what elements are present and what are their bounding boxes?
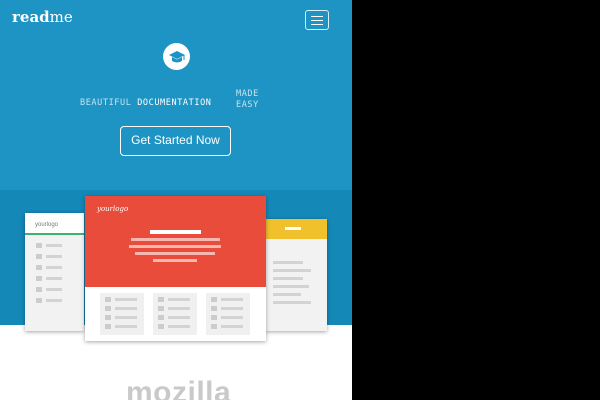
headline-line bbox=[150, 230, 201, 234]
list-item-line bbox=[168, 316, 190, 319]
list-item-line bbox=[221, 298, 243, 301]
list-item-icon bbox=[211, 306, 217, 311]
list-item-icon bbox=[158, 306, 164, 311]
brand-logo[interactable]: readme bbox=[12, 8, 73, 26]
list-item-line bbox=[168, 325, 190, 328]
preview-card-main: yourlogo bbox=[85, 196, 266, 341]
list-item-line bbox=[221, 307, 243, 310]
list-item-line bbox=[115, 325, 137, 328]
hero-section: readme BEAUTIFUL DOCUMENTATION MADE EASY… bbox=[0, 0, 352, 190]
mobile-viewport: readme BEAUTIFUL DOCUMENTATION MADE EASY… bbox=[0, 0, 352, 400]
text-line bbox=[273, 293, 301, 296]
card-header bbox=[265, 219, 327, 239]
text-line bbox=[273, 269, 311, 272]
list-item-line bbox=[46, 288, 62, 291]
list-item-line bbox=[168, 298, 190, 301]
list-item-icon bbox=[158, 297, 164, 302]
list-item-icon bbox=[211, 324, 217, 329]
list-item-icon bbox=[36, 287, 42, 292]
tagline-easy: EASY bbox=[236, 100, 259, 110]
customer-logo-mozilla: mozilla bbox=[126, 376, 232, 400]
preview-card-right bbox=[265, 219, 327, 331]
text-line bbox=[273, 261, 303, 264]
brand-bold: read bbox=[12, 8, 50, 26]
header-line bbox=[285, 227, 301, 230]
list-item-line bbox=[46, 266, 62, 269]
text-line bbox=[135, 252, 215, 255]
tagline-documentation: DOCUMENTATION bbox=[137, 98, 212, 108]
text-line bbox=[273, 301, 311, 304]
list-item-line bbox=[46, 299, 62, 302]
brand-light: me bbox=[49, 8, 73, 26]
list-item-line bbox=[168, 307, 190, 310]
list-item-line bbox=[46, 255, 62, 258]
list-item-icon bbox=[105, 315, 111, 320]
graduation-cap-icon bbox=[163, 43, 190, 70]
list-item-icon bbox=[105, 324, 111, 329]
card-logo: yourlogo bbox=[35, 222, 59, 228]
list-item-icon bbox=[36, 276, 42, 281]
list-item-icon bbox=[211, 297, 217, 302]
preview-card-left: yourlogo bbox=[25, 213, 84, 331]
tagline: BEAUTIFUL DOCUMENTATION bbox=[80, 98, 212, 108]
list-item-line bbox=[115, 316, 137, 319]
list-item-line bbox=[221, 325, 243, 328]
list-item-icon bbox=[36, 265, 42, 270]
tagline-made: MADE bbox=[236, 89, 259, 99]
list-item-icon bbox=[36, 254, 42, 259]
card-logo: yourlogo bbox=[97, 205, 129, 213]
feature-column bbox=[153, 293, 197, 335]
text-line bbox=[153, 259, 197, 262]
list-item-icon bbox=[105, 297, 111, 302]
text-line bbox=[131, 238, 220, 241]
list-item-line bbox=[221, 316, 243, 319]
list-item-icon bbox=[105, 306, 111, 311]
list-item-icon bbox=[158, 324, 164, 329]
tagline-beautiful: BEAUTIFUL bbox=[80, 98, 132, 108]
hamburger-icon-line bbox=[311, 23, 323, 25]
hamburger-icon bbox=[311, 15, 323, 17]
card-hero: yourlogo bbox=[85, 196, 266, 287]
list-item-icon bbox=[36, 298, 42, 303]
feature-column bbox=[100, 293, 144, 335]
list-item-line bbox=[46, 277, 62, 280]
text-line bbox=[273, 277, 303, 280]
hamburger-icon-line bbox=[311, 19, 323, 21]
text-line bbox=[273, 285, 309, 288]
hamburger-menu-button[interactable] bbox=[305, 10, 329, 30]
list-item-line bbox=[46, 244, 62, 247]
list-item-icon bbox=[211, 315, 217, 320]
list-item-line bbox=[115, 298, 137, 301]
feature-column bbox=[206, 293, 250, 335]
get-started-button[interactable]: Get Started Now bbox=[120, 126, 231, 156]
list-item-icon bbox=[158, 315, 164, 320]
tagline-made-easy: MADE EASY bbox=[236, 89, 259, 111]
list-item-line bbox=[115, 307, 137, 310]
list-item-icon bbox=[36, 243, 42, 248]
text-line bbox=[129, 245, 221, 248]
card-header: yourlogo bbox=[25, 213, 84, 235]
